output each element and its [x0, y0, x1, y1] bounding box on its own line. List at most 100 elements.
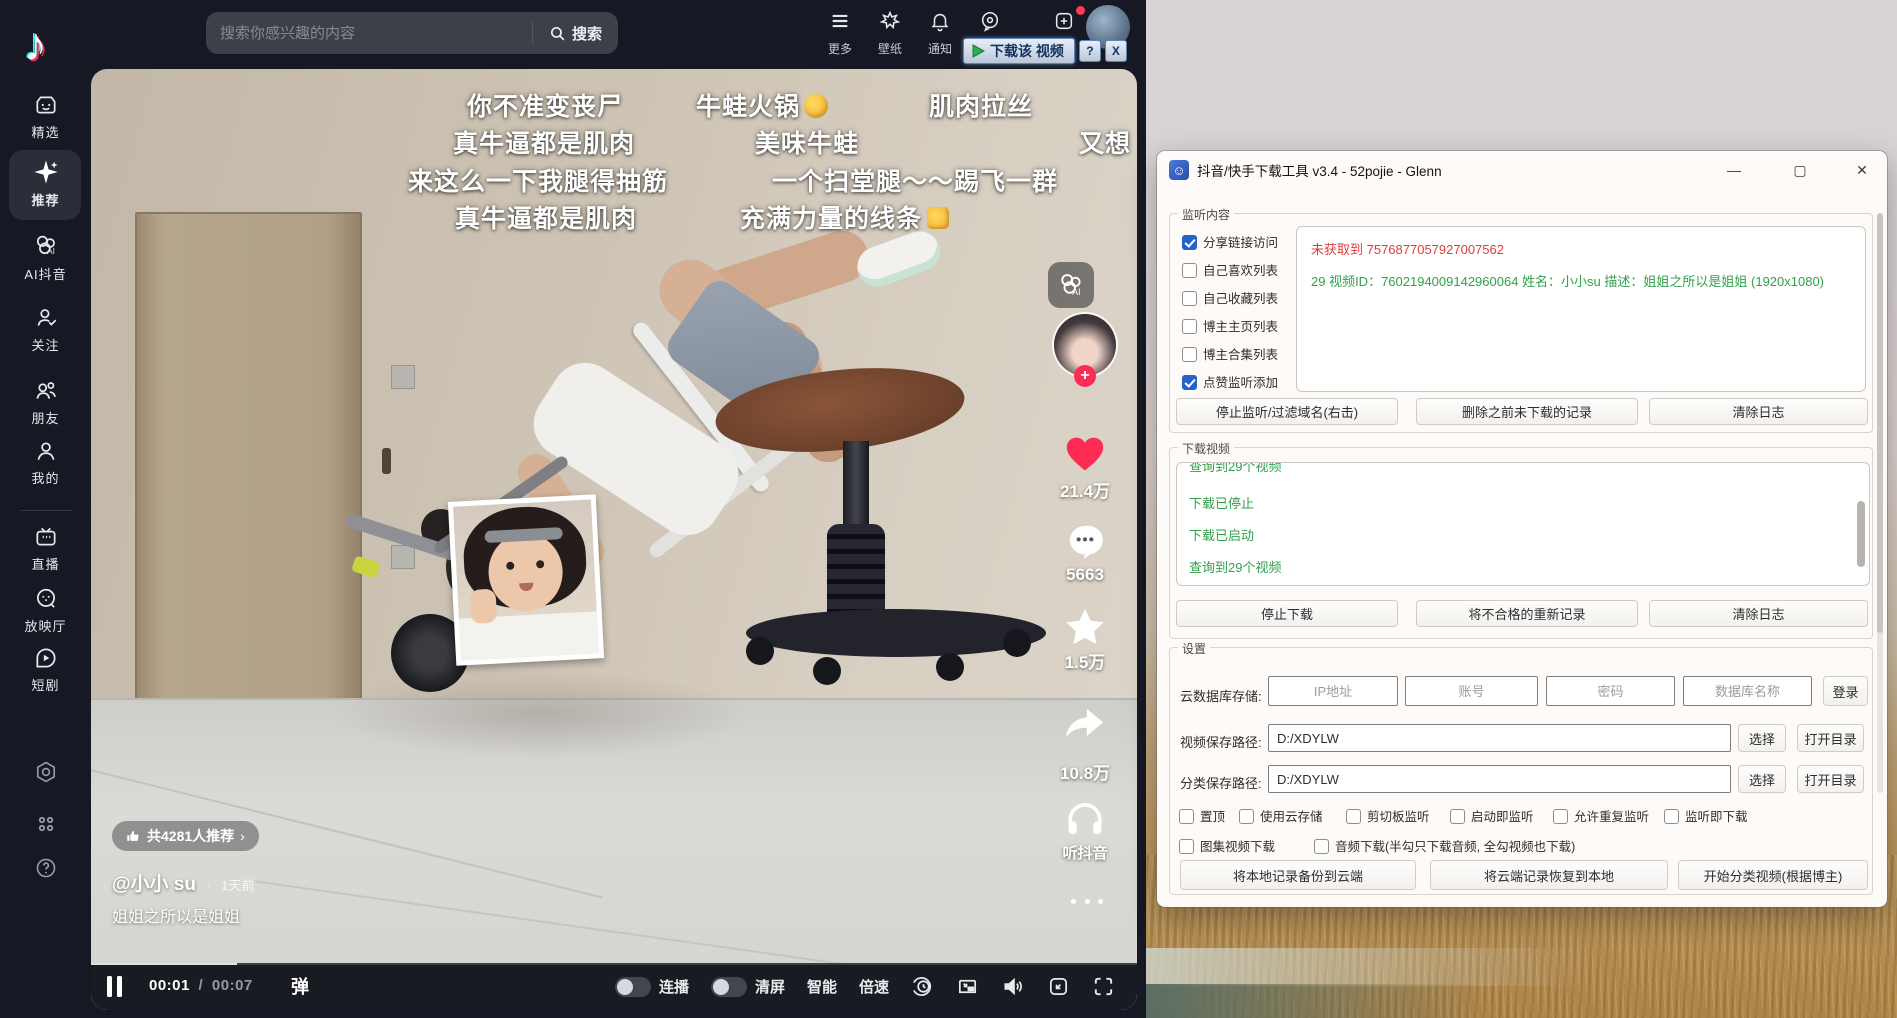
- check-download-on-listen[interactable]: 监听即下载: [1664, 806, 1748, 825]
- danmaku-button[interactable]: 弹: [291, 973, 309, 999]
- topbar-notify[interactable]: 通知: [914, 10, 966, 57]
- sidebar-item-drama[interactable]: 短剧: [0, 645, 91, 694]
- check-own-favorites[interactable]: 自己收藏列表: [1182, 288, 1278, 307]
- check-share-link[interactable]: 分享链接访问: [1182, 232, 1278, 251]
- video-player[interactable]: 你不准变丧尸 牛蛙火锅 肌肉拉丝 真牛逼都是肌肉 美味牛蛙 又想 来这么一下我腿…: [91, 69, 1137, 1010]
- like-button[interactable]: [1063, 434, 1107, 479]
- class-path-open-button[interactable]: 打开目录: [1797, 765, 1864, 793]
- video-path-choose-button[interactable]: 选择: [1738, 724, 1786, 752]
- sidebar-item-cinema[interactable]: 放映厅: [0, 586, 91, 635]
- delete-undownloaded-button[interactable]: 删除之前未下载的记录: [1416, 398, 1638, 425]
- watch-later-icon[interactable]: [911, 975, 934, 998]
- pause-button[interactable]: [107, 976, 125, 997]
- recommend-badge[interactable]: 共4281人推荐 ›: [112, 821, 259, 851]
- topbar-upload[interactable]: [1038, 10, 1090, 37]
- douyin-logo[interactable]: ♪ ♪ ♪: [22, 16, 70, 68]
- stop-listen-button[interactable]: 停止监听/过滤域名(右击): [1176, 398, 1398, 425]
- video-path-field[interactable]: [1268, 724, 1731, 752]
- close-button[interactable]: ✕: [1847, 156, 1877, 184]
- download-help-button[interactable]: ?: [1079, 40, 1101, 62]
- pip-icon[interactable]: [956, 975, 979, 998]
- search-bar: 搜索: [206, 12, 618, 54]
- window-scrollbar-track[interactable]: [1877, 213, 1883, 793]
- speed-button[interactable]: 倍速: [859, 976, 889, 997]
- sidebar-item-apps[interactable]: [0, 812, 91, 840]
- check-pin-top[interactable]: 置顶: [1179, 806, 1225, 825]
- autoplay-label: 连播: [659, 976, 689, 997]
- clear-download-log-button[interactable]: 清除日志: [1649, 600, 1868, 627]
- clear-screen-toggle[interactable]: [711, 977, 747, 997]
- login-button[interactable]: 登录: [1823, 676, 1868, 706]
- window-titlebar[interactable]: ☺ 抖音/快手下载工具 v3.4 - 52pojie - Glenn: [1157, 151, 1887, 189]
- backup-to-cloud-button[interactable]: 将本地记录备份到云端: [1180, 860, 1416, 890]
- listen-group: 监听内容 分享链接访问 自己喜欢列表 自己收藏列表 博主主页列表 博主合集列表 …: [1169, 213, 1873, 433]
- share-button[interactable]: [1063, 707, 1107, 750]
- check-clipboard-listen[interactable]: 剪切板监听: [1346, 806, 1430, 825]
- download-log[interactable]: 查询到29个视频 下载已停止 下载已启动 查询到29个视频: [1176, 462, 1870, 586]
- download-video-button[interactable]: 下载该 视频: [963, 38, 1075, 64]
- comment-button[interactable]: [1065, 522, 1105, 565]
- author-name[interactable]: @小小 su: [112, 874, 196, 895]
- log-scrollbar-thumb[interactable]: [1857, 501, 1865, 567]
- ip-field[interactable]: [1268, 676, 1398, 706]
- listen-log[interactable]: 未获取到 7576877057927007562 29 视频ID：7602194…: [1296, 226, 1866, 392]
- video-path-open-button[interactable]: 打开目录: [1797, 724, 1864, 752]
- account-field[interactable]: [1405, 676, 1538, 706]
- ai-badge[interactable]: AI: [1048, 262, 1094, 308]
- password-field[interactable]: [1546, 676, 1675, 706]
- dbname-field[interactable]: [1683, 676, 1812, 706]
- topbar-wallpaper[interactable]: 壁纸: [864, 10, 916, 57]
- fullscreen-icon[interactable]: [1092, 975, 1115, 998]
- check-own-likes[interactable]: 自己喜欢列表: [1182, 260, 1278, 279]
- sidebar-item-featured[interactable]: 精选: [0, 92, 91, 141]
- window-scrollbar-thumb[interactable]: [1877, 213, 1883, 633]
- volume-icon[interactable]: [1001, 975, 1025, 998]
- autoplay-toggle[interactable]: [615, 977, 651, 997]
- time-display: 00:01 / 00:07: [149, 977, 253, 994]
- check-cloud-storage[interactable]: 使用云存储: [1239, 806, 1323, 825]
- check-like-listen[interactable]: 点赞监听添加: [1182, 372, 1278, 391]
- check-listen-on-start[interactable]: 启动即监听: [1450, 806, 1534, 825]
- restore-from-cloud-button[interactable]: 将云端记录恢复到本地: [1430, 860, 1668, 890]
- check-blogger-collection[interactable]: 博主合集列表: [1182, 344, 1278, 363]
- download-close-button[interactable]: X: [1105, 40, 1127, 62]
- sidebar-item-ai[interactable]: AI AI抖音: [0, 232, 91, 283]
- sidebar-item-live[interactable]: 直播: [0, 524, 91, 573]
- mini-window-icon[interactable]: [1047, 975, 1070, 998]
- sidebar-item-mine[interactable]: 我的: [0, 438, 91, 487]
- more-actions-button[interactable]: [1067, 891, 1107, 909]
- check-blogger-home[interactable]: 博主主页列表: [1182, 316, 1278, 335]
- topbar-messages[interactable]: [964, 10, 1016, 37]
- douyin-app: ♪ ♪ ♪ 精选 推荐 AI AI抖音 关注: [0, 0, 1146, 1018]
- favorite-button[interactable]: [1063, 606, 1107, 653]
- like-count: 21.4万: [1025, 477, 1137, 502]
- clear-listen-log-button[interactable]: 清除日志: [1649, 398, 1868, 425]
- minimize-button[interactable]: —: [1719, 156, 1749, 184]
- stop-download-button[interactable]: 停止下载: [1176, 600, 1398, 627]
- scene-switch: [391, 365, 415, 389]
- listen-button[interactable]: [1065, 800, 1105, 841]
- author-line[interactable]: @小小 su · 1天前: [112, 869, 254, 896]
- start-classify-button[interactable]: 开始分类视频(根据博主): [1678, 860, 1868, 890]
- check-audio-download[interactable]: 音频下载(半勾只下载音频, 全勾视频也下载): [1314, 836, 1575, 855]
- sidebar-item-follow[interactable]: 关注: [0, 305, 91, 354]
- sidebar-item-capture[interactable]: [0, 760, 91, 788]
- rerecord-button[interactable]: 将不合格的重新记录: [1416, 600, 1638, 627]
- class-path-field[interactable]: [1268, 765, 1731, 793]
- wallpaper-star-icon: [879, 10, 901, 32]
- sidebar-item-recommend[interactable]: 推荐: [0, 158, 91, 209]
- check-gallery-video[interactable]: 图集视频下载: [1179, 836, 1275, 855]
- sidebar-item-friends[interactable]: 朋友: [0, 378, 91, 427]
- woozy-face-emoji: [804, 94, 828, 118]
- follow-plus-button[interactable]: +: [1074, 365, 1096, 387]
- quality-button[interactable]: 智能: [807, 976, 837, 997]
- video-path-label: 视频保存路径:: [1180, 732, 1262, 751]
- friends-icon: [33, 378, 59, 404]
- sidebar-item-help[interactable]: [0, 856, 91, 884]
- search-button[interactable]: 搜索: [533, 23, 618, 44]
- class-path-choose-button[interactable]: 选择: [1738, 765, 1786, 793]
- topbar-more[interactable]: 更多: [814, 10, 866, 57]
- search-input[interactable]: [206, 25, 532, 42]
- check-allow-repeat[interactable]: 允许重复监听: [1553, 806, 1649, 825]
- maximize-button[interactable]: ▢: [1785, 156, 1815, 184]
